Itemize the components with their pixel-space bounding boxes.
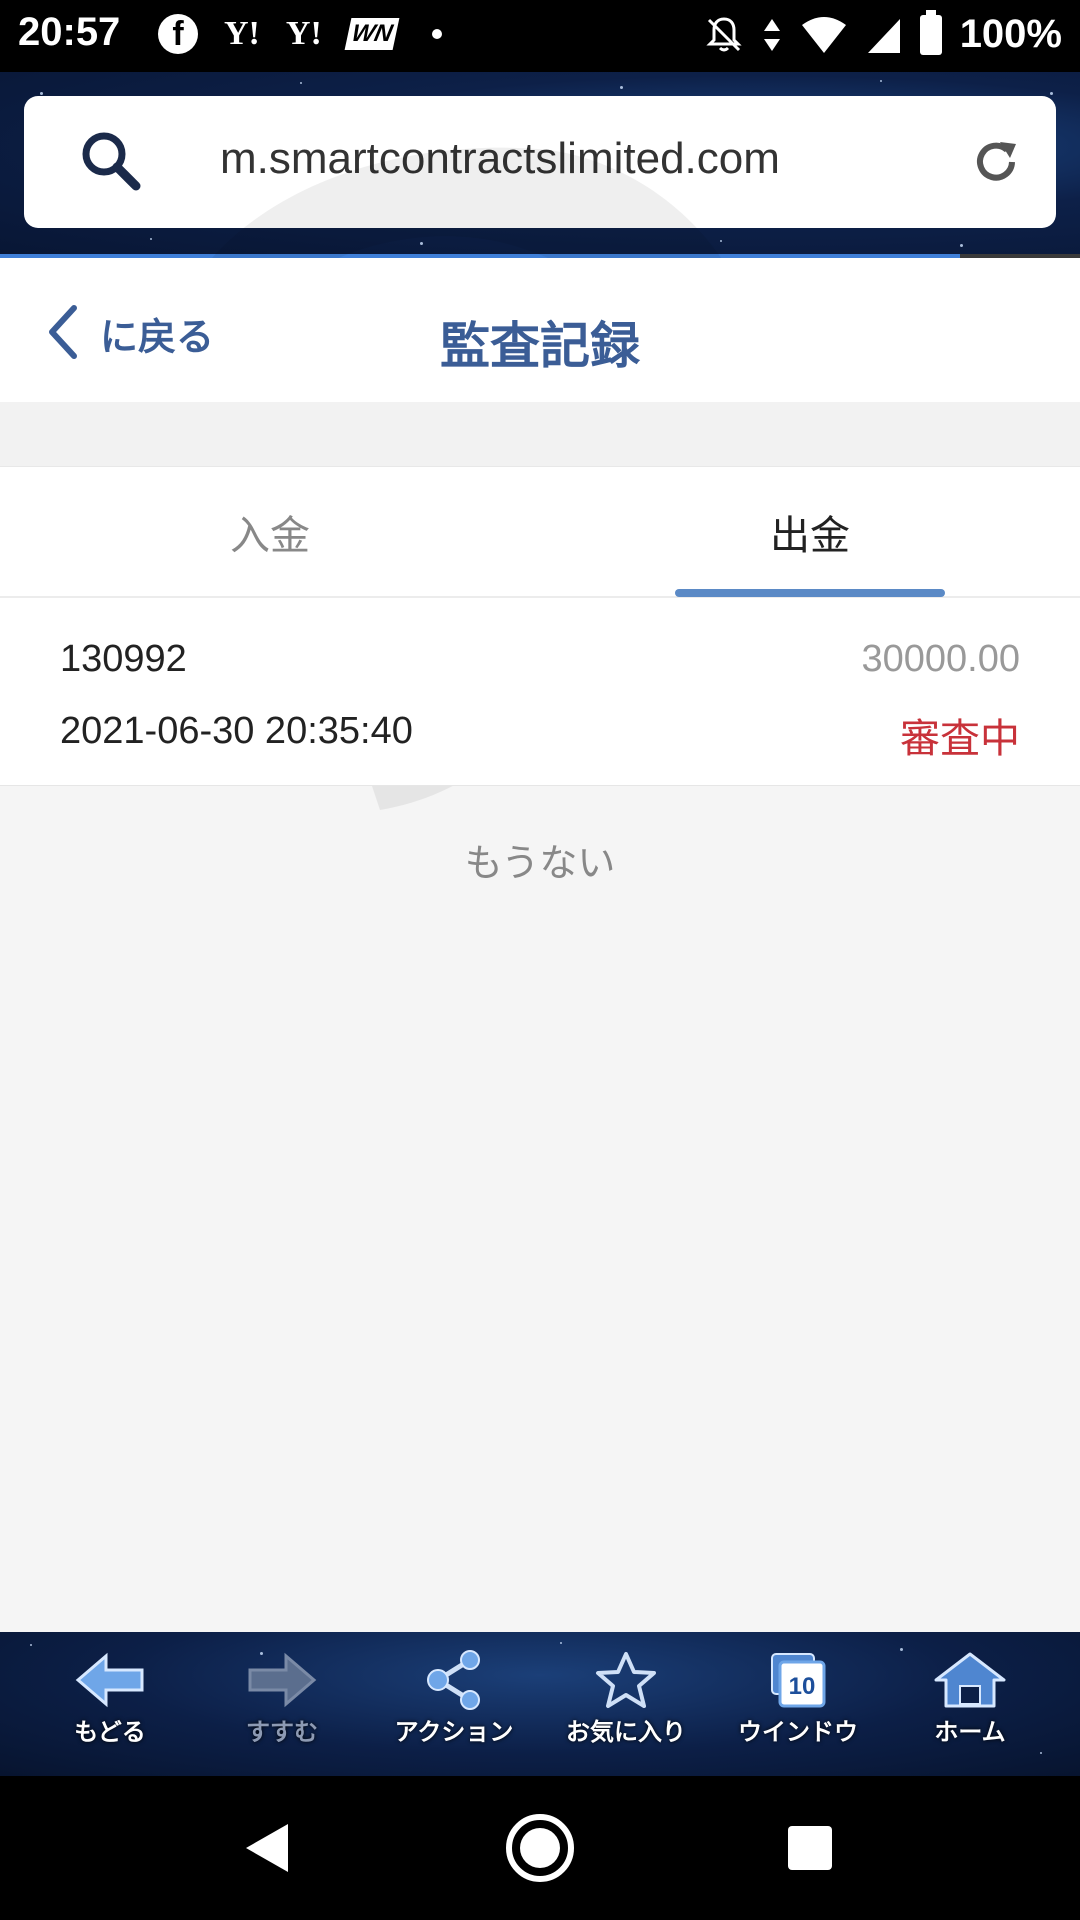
home-icon <box>934 1652 1006 1708</box>
list-end-text: もうない <box>464 841 616 885</box>
tab-withdrawal[interactable]: 出金 <box>540 503 1080 561</box>
status-badge: 審査中 <box>900 716 1020 762</box>
section-divider <box>0 402 1080 466</box>
nav-back-icon[interactable] <box>244 1822 290 1874</box>
record-amount: 30000.00 <box>861 638 1021 680</box>
page-title: 監査記録 <box>440 317 640 375</box>
toolbar-forward-button[interactable]: すすむ <box>196 1650 368 1747</box>
status-bar: 20:57 f Y! Y! WN 100% <box>0 0 1080 72</box>
cell-signal-icon <box>867 18 900 53</box>
windows-icon: 10 <box>771 1653 826 1708</box>
address-bar[interactable]: m.smartcontractslimited.com <box>24 96 1056 228</box>
weathernews-icon: WN <box>344 18 400 50</box>
record-datetime: 2021-06-30 20:35:40 <box>60 710 413 752</box>
system-navigation-bar <box>0 1776 1080 1920</box>
search-icon[interactable] <box>76 126 146 196</box>
toolbar-back-button[interactable]: もどる <box>24 1650 196 1747</box>
share-icon <box>427 1650 480 1710</box>
star-icon <box>596 1652 656 1708</box>
toolbar-forward-label: すすむ <box>246 1718 318 1746</box>
bell-off-icon <box>706 16 742 51</box>
toolbar-back-label: もどる <box>74 1718 146 1746</box>
battery-icon <box>919 9 942 55</box>
yahoo-icon: Y! <box>285 15 322 52</box>
arrow-left-icon <box>75 1652 144 1708</box>
toolbar-home-label: ホーム <box>934 1718 1006 1746</box>
toolbar-windows-button[interactable]: 10 ウインドウ <box>712 1650 884 1747</box>
url-text[interactable]: m.smartcontractslimited.com <box>220 134 780 184</box>
notification-icons: f Y! Y! WN <box>158 14 442 54</box>
more-notifications-dot-icon <box>431 29 442 39</box>
browser-address-area: m.smartcontractslimited.com <box>0 72 1080 258</box>
status-time: 20:57 <box>18 10 121 54</box>
window-count: 10 <box>789 1673 816 1700</box>
facebook-icon: f <box>158 14 198 54</box>
data-arrows-icon <box>763 18 780 51</box>
toolbar-action-label: アクション <box>394 1718 514 1746</box>
yahoo-icon: Y! <box>224 15 260 52</box>
list-item[interactable]: 130992 30000.00 2021-06-30 20:35:40 審査中 <box>0 598 1080 786</box>
active-tab-indicator <box>675 589 945 597</box>
page-header: に戻る 監査記録 <box>0 258 1080 402</box>
toolbar-home-button[interactable]: ホーム <box>884 1650 1056 1747</box>
tab-bar: 入金 出金 <box>0 466 1080 598</box>
toolbar-windows-label: ウインドウ <box>738 1718 858 1746</box>
record-id: 130992 <box>60 638 187 680</box>
arrow-right-icon <box>248 1652 317 1708</box>
tab-deposit[interactable]: 入金 <box>0 503 540 561</box>
system-icons: 100% <box>704 9 1062 57</box>
reload-icon[interactable] <box>970 136 1022 188</box>
nav-recent-apps-icon[interactable] <box>788 1826 832 1870</box>
toolbar-favorites-button[interactable]: お気に入り <box>540 1650 712 1747</box>
nav-home-icon[interactable] <box>506 1814 574 1882</box>
browser-toolbar: もどる すすむ アクション お気に入り 10 ウインドウ ホーム <box>0 1632 1080 1776</box>
toolbar-action-button[interactable]: アクション <box>368 1650 540 1747</box>
toolbar-favorites-label: お気に入り <box>566 1718 686 1746</box>
wifi-icon <box>801 16 846 53</box>
battery-percent: 100% <box>959 12 1062 56</box>
